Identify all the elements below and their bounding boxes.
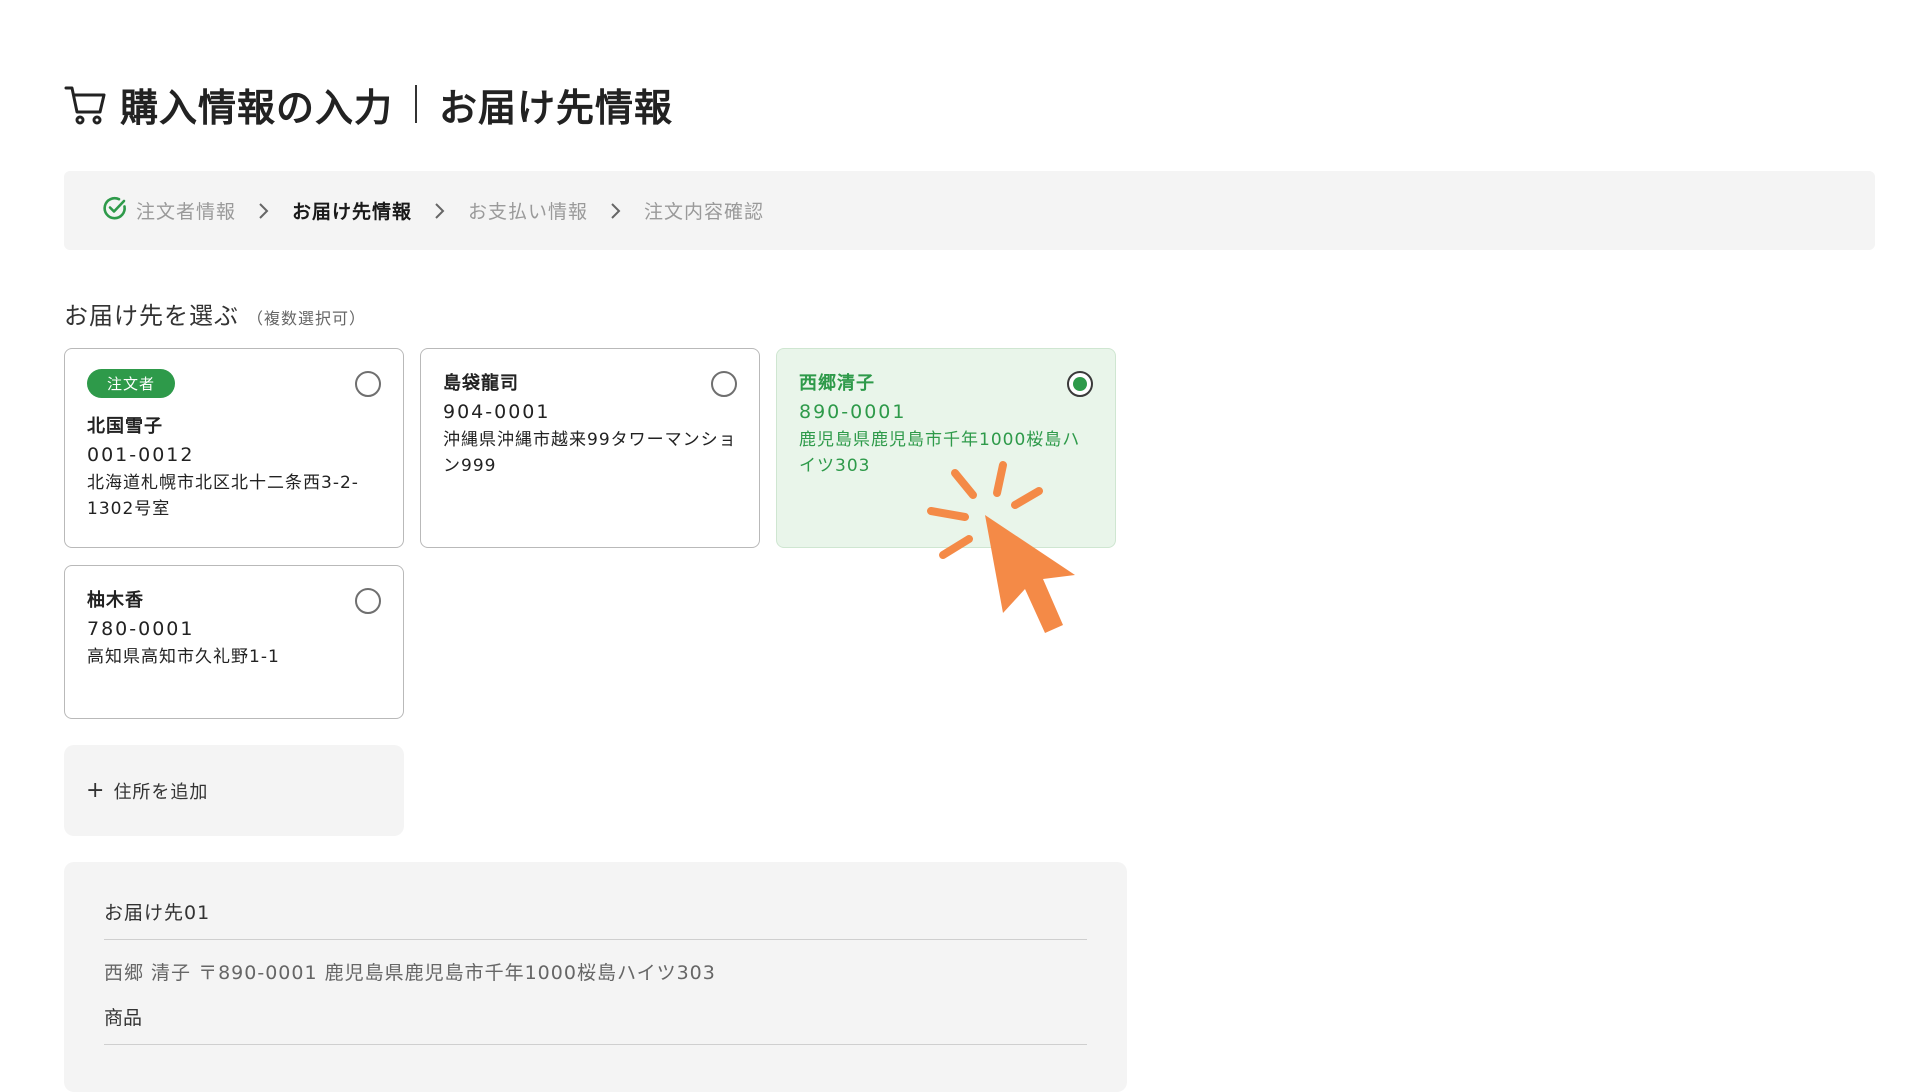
chevron-right-icon: [412, 202, 468, 220]
page-title-sub: お届け先情報: [439, 85, 674, 130]
radio-button[interactable]: [355, 588, 381, 614]
address-text: 鹿児島県鹿児島市千年1000桜島ハイツ303: [799, 430, 1081, 476]
chevron-right-icon: [236, 202, 292, 220]
radio-button[interactable]: [355, 371, 381, 397]
postal-code: 780-0001: [87, 618, 195, 640]
postal-code: 890-0001: [799, 401, 907, 423]
delivery-heading: お届け先01: [104, 898, 1087, 940]
step-delivery-info[interactable]: お届け先情報: [292, 197, 412, 224]
page-title-main: 購入情報の入力: [120, 85, 394, 130]
address-text: 北海道札幌市北区北十二条西3-2-1302号室: [87, 473, 359, 519]
cart-icon: [64, 82, 108, 126]
delivery-destination: 西郷 清子 〒890-0001 鹿児島県鹿児島市千年1000桜島ハイツ303: [104, 962, 716, 984]
plus-icon: +: [86, 778, 106, 803]
postal-code: 904-0001: [443, 401, 551, 423]
address-card-saigo[interactable]: 西郷清子 890-0001 鹿児島県鹿児島市千年1000桜島ハイツ303: [776, 348, 1116, 548]
orderer-badge: 注文者: [87, 369, 176, 398]
step-label: お届け先情報: [292, 201, 413, 223]
title-divider: [415, 85, 418, 123]
address-card-shimabukuro[interactable]: 島袋龍司 904-0001 沖縄県沖縄市越来99タワーマンション999: [420, 348, 760, 548]
recipient-name: 北国雪子: [87, 416, 163, 437]
section-title-text: お届け先を選ぶ: [64, 302, 239, 330]
step-label: お支払い情報: [468, 201, 589, 223]
postal-code: 001-0012: [87, 444, 195, 466]
check-circle-icon: [102, 195, 128, 226]
recipient-name: 柚木香: [87, 590, 144, 611]
step-label: 注文者情報: [136, 201, 237, 223]
recipient-name: 西郷清子: [799, 373, 875, 394]
add-address-label: 住所を追加: [113, 781, 209, 803]
step-order-confirm[interactable]: 注文内容確認: [644, 197, 764, 224]
products-label: 商品: [104, 1003, 1087, 1045]
step-payment-info[interactable]: お支払い情報: [468, 197, 588, 224]
chevron-right-icon: [588, 202, 644, 220]
step-orderer-info[interactable]: 注文者情報: [102, 195, 236, 226]
checkout-stepper: 注文者情報 お届け先情報 お支払い情報 注文内容確認: [64, 171, 1875, 250]
section-title: お届け先を選ぶ （複数選択可）: [64, 296, 366, 331]
step-label: 注文内容確認: [644, 201, 765, 223]
address-card-kitaguni[interactable]: 注文者 北国雪子 001-0012 北海道札幌市北区北十二条西3-2-1302号…: [64, 348, 404, 548]
address-card-yuki[interactable]: 柚木香 780-0001 高知県高知市久礼野1-1: [64, 565, 404, 719]
address-text: 高知県高知市久礼野1-1: [87, 647, 280, 667]
section-note: （複数選択可）: [247, 309, 367, 328]
delivery-summary: お届け先01 西郷 清子 〒890-0001 鹿児島県鹿児島市千年1000桜島ハ…: [64, 862, 1127, 1092]
radio-button-selected[interactable]: [1067, 371, 1093, 397]
page-title: 購入情報の入力 お届け先情報: [64, 76, 673, 132]
radio-button[interactable]: [711, 371, 737, 397]
add-address-button[interactable]: + 住所を追加: [64, 745, 404, 836]
recipient-name: 島袋龍司: [443, 373, 519, 394]
address-text: 沖縄県沖縄市越来99タワーマンション999: [443, 430, 737, 476]
